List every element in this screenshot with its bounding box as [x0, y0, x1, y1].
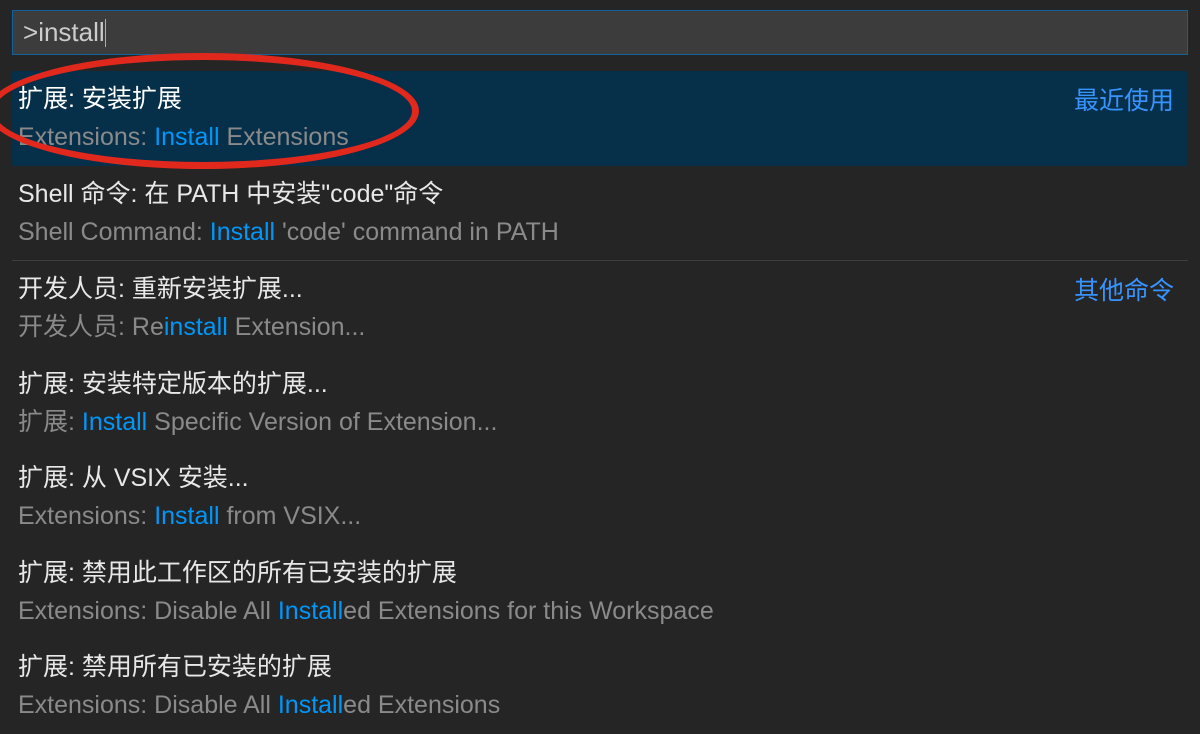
result-subtitle: 开发人员: Reinstall Extension... — [18, 309, 1182, 345]
result-title: 扩展: 安装扩展 — [18, 81, 1182, 117]
result-subtitle: 扩展: Install Specific Version of Extensio… — [18, 404, 1182, 440]
result-item-install-extensions[interactable]: 扩展: 安装扩展 Extensions: Install Extensions … — [12, 71, 1188, 166]
result-title: 开发人员: 重新安装扩展... — [18, 271, 1182, 307]
result-title: Shell 命令: 在 PATH 中安装"code"命令 — [18, 176, 1182, 212]
command-input-wrapper[interactable]: >install — [12, 10, 1188, 55]
result-subtitle: Extensions: Disable All Installed Extens… — [18, 593, 1182, 629]
tag-recent: 最近使用 — [1074, 81, 1174, 117]
result-subtitle: Extensions: Disable All Installed Extens… — [18, 687, 1182, 723]
result-title: 扩展: 禁用此工作区的所有已安装的扩展 — [18, 555, 1182, 591]
result-item-disable-workspace-extensions[interactable]: 扩展: 禁用此工作区的所有已安装的扩展 Extensions: Disable … — [12, 545, 1188, 640]
results-list: 扩展: 安装扩展 Extensions: Install Extensions … — [12, 71, 1188, 734]
command-palette: >install 扩展: 安装扩展 Extensions: Install Ex… — [0, 0, 1200, 734]
result-item-install-specific-version[interactable]: 扩展: 安装特定版本的扩展... 扩展: Install Specific Ve… — [12, 356, 1188, 451]
result-item-reinstall-extension[interactable]: 开发人员: 重新安装扩展... 开发人员: Reinstall Extensio… — [12, 260, 1188, 356]
result-item-disable-all-extensions[interactable]: 扩展: 禁用所有已安装的扩展 Extensions: Disable All I… — [12, 639, 1188, 734]
result-title: 扩展: 从 VSIX 安装... — [18, 460, 1182, 496]
text-cursor — [105, 19, 106, 47]
tag-other: 其他命令 — [1074, 271, 1174, 307]
input-prefix: > — [23, 17, 38, 47]
result-subtitle: Shell Command: Install 'code' command in… — [18, 214, 1182, 250]
result-title: 扩展: 禁用所有已安装的扩展 — [18, 649, 1182, 685]
result-subtitle: Extensions: Install Extensions — [18, 119, 1182, 155]
command-input[interactable]: >install — [13, 17, 1187, 48]
result-item-shell-install-code[interactable]: Shell 命令: 在 PATH 中安装"code"命令 Shell Comma… — [12, 166, 1188, 261]
result-subtitle: Extensions: Install from VSIX... — [18, 498, 1182, 534]
result-item-install-from-vsix[interactable]: 扩展: 从 VSIX 安装... Extensions: Install fro… — [12, 450, 1188, 545]
result-title: 扩展: 安装特定版本的扩展... — [18, 366, 1182, 402]
input-value: install — [38, 17, 104, 47]
